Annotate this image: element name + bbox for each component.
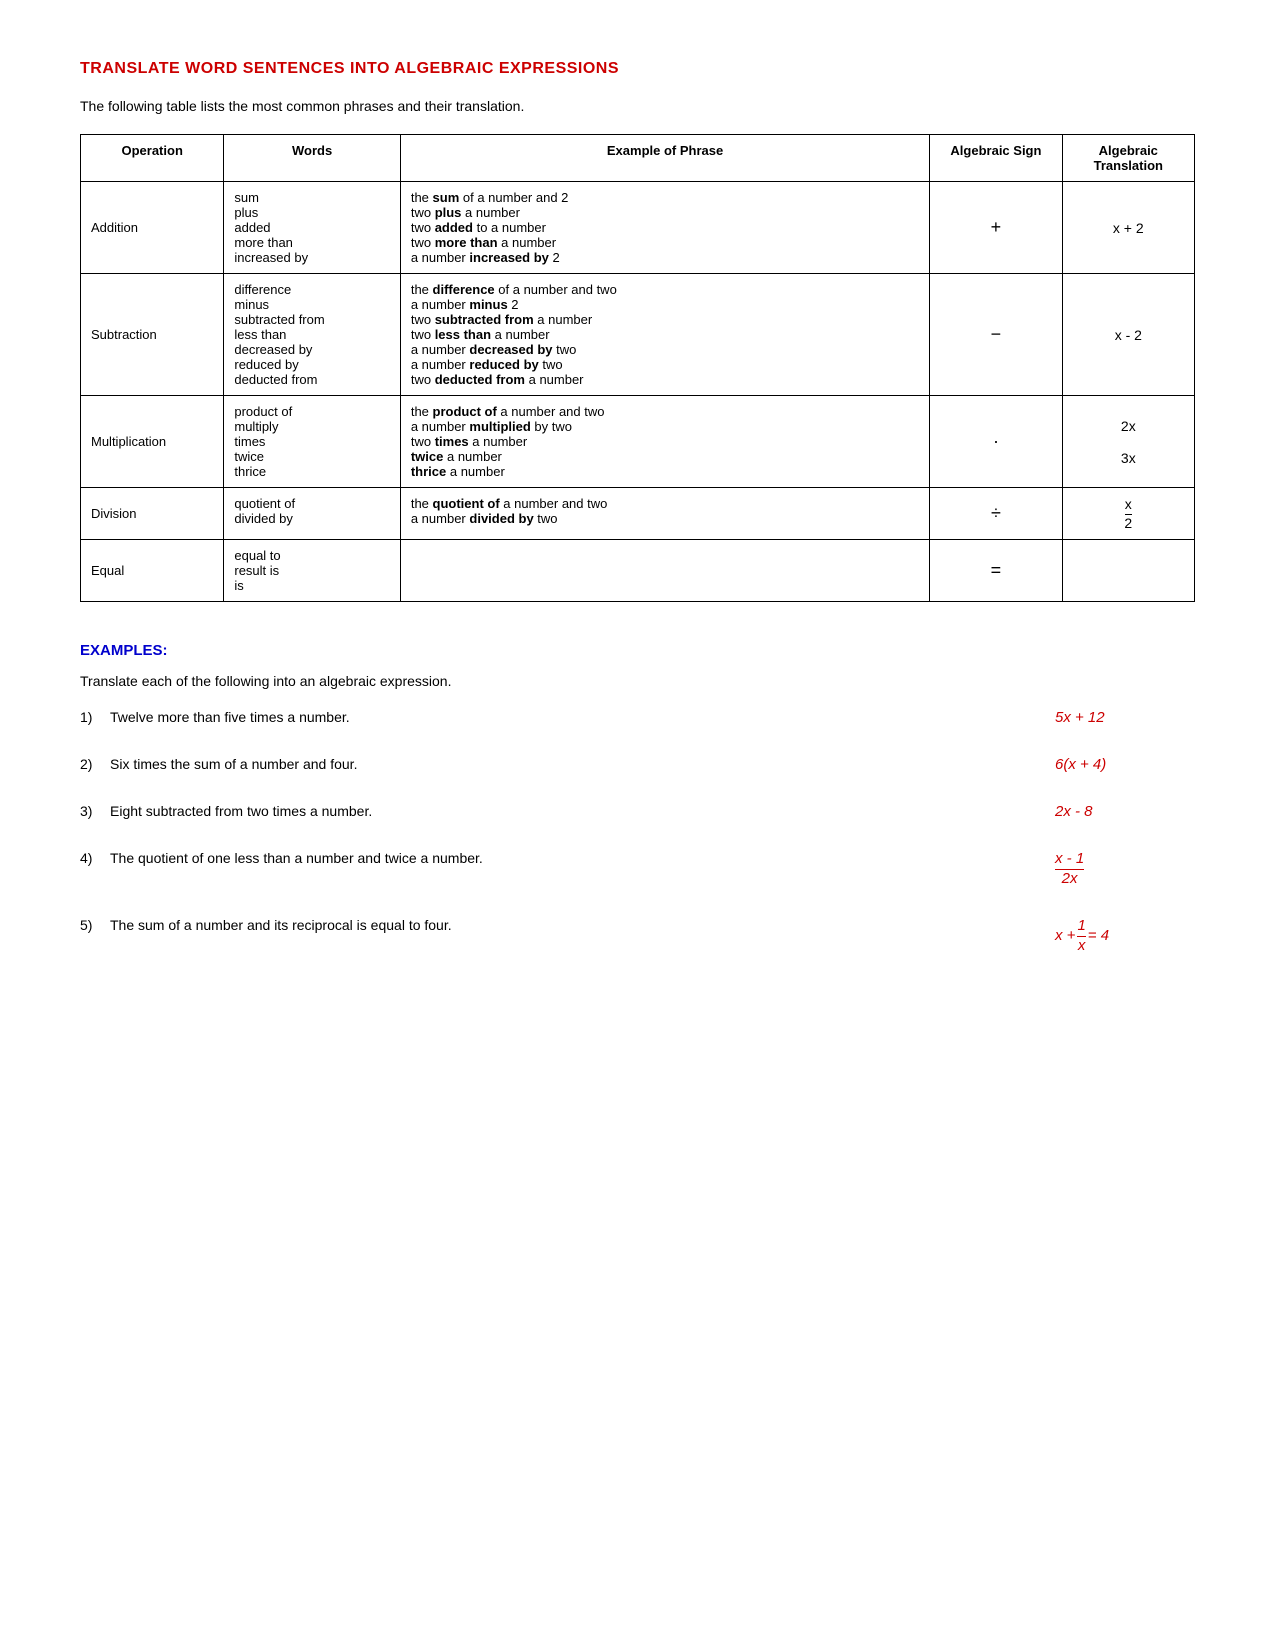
example-2-num: 2): [80, 756, 110, 772]
example-3-text: Eight subtracted from two times a number…: [110, 803, 1015, 819]
sign-division: ÷: [930, 488, 1062, 540]
table-row-division: Division quotient ofdivided by the quoti…: [81, 488, 1195, 540]
example-5-denominator: x: [1078, 937, 1086, 954]
operation-multiplication: Multiplication: [81, 396, 224, 488]
example-4-numerator: x - 1: [1055, 850, 1084, 870]
table-row-multiplication: Multiplication product ofmultiplytimestw…: [81, 396, 1195, 488]
sign-multiplication: ·: [930, 396, 1062, 488]
words-subtraction: differenceminussubtracted fromless thand…: [224, 274, 400, 396]
table-row-equal: Equal equal toresult isis =: [81, 540, 1195, 602]
words-division: quotient ofdivided by: [224, 488, 400, 540]
words-addition: sumplusaddedmore thanincreased by: [224, 182, 400, 274]
operation-subtraction: Subtraction: [81, 274, 224, 396]
example-4-text: The quotient of one less than a number a…: [110, 850, 1015, 866]
example-1-answer: 5x + 12: [1015, 709, 1195, 726]
operation-addition: Addition: [81, 182, 224, 274]
sign-equal: =: [930, 540, 1062, 602]
example-4-num: 4): [80, 850, 110, 866]
example-2: 2) Six times the sum of a number and fou…: [80, 756, 1195, 773]
example-1-num: 1): [80, 709, 110, 725]
translation-equal: [1062, 540, 1194, 602]
main-table: Operation Words Example of Phrase Algebr…: [80, 134, 1195, 602]
translation-division: x 2: [1062, 488, 1194, 540]
table-row-addition: Addition sumplusaddedmore thanincreased …: [81, 182, 1195, 274]
page-title: TRANSLATE WORD SENTENCES INTO ALGEBRAIC …: [80, 60, 1195, 78]
example-4: 4) The quotient of one less than a numbe…: [80, 850, 1195, 887]
example-5-prefix: x +: [1055, 927, 1075, 944]
example-3: 3) Eight subtracted from two times a num…: [80, 803, 1195, 820]
table-row-subtraction: Subtraction differenceminussubtracted fr…: [81, 274, 1195, 396]
words-multiplication: product ofmultiplytimestwicethrice: [224, 396, 400, 488]
example-1: 1) Twelve more than five times a number.…: [80, 709, 1195, 726]
col-header-phrase: Example of Phrase: [400, 135, 929, 182]
example-3-num: 3): [80, 803, 110, 819]
translation-multiplication: 2x3x: [1062, 396, 1194, 488]
sign-addition: +: [930, 182, 1062, 274]
example-5-text: The sum of a number and its reciprocal i…: [110, 917, 1015, 933]
example-5-answer: x + 1 x = 4: [1015, 917, 1195, 954]
phrases-equal: [400, 540, 929, 602]
words-equal: equal toresult isis: [224, 540, 400, 602]
phrases-multiplication: the product of a number and two a number…: [400, 396, 929, 488]
phrases-division: the quotient of a number and two a numbe…: [400, 488, 929, 540]
phrases-addition: the sum of a number and 2 two plus a num…: [400, 182, 929, 274]
example-5: 5) The sum of a number and its reciproca…: [80, 917, 1195, 954]
operation-equal: Equal: [81, 540, 224, 602]
example-3-answer: 2x - 8: [1015, 803, 1195, 820]
col-header-translation: Algebraic Translation: [1062, 135, 1194, 182]
operation-division: Division: [81, 488, 224, 540]
example-4-answer: x - 1 2x: [1015, 850, 1195, 887]
example-5-numerator: 1: [1077, 917, 1085, 937]
translation-addition: x + 2: [1062, 182, 1194, 274]
col-header-operation: Operation: [81, 135, 224, 182]
example-1-text: Twelve more than five times a number.: [110, 709, 1015, 725]
col-header-words: Words: [224, 135, 400, 182]
examples-title: EXAMPLES:: [80, 642, 1195, 659]
sign-subtraction: −: [930, 274, 1062, 396]
translation-subtraction: x - 2: [1062, 274, 1194, 396]
phrases-subtraction: the difference of a number and two a num…: [400, 274, 929, 396]
example-5-fraction: 1 x: [1077, 917, 1085, 954]
examples-intro: Translate each of the following into an …: [80, 673, 1195, 689]
col-header-sign: Algebraic Sign: [930, 135, 1062, 182]
example-2-answer: 6(x + 4): [1015, 756, 1195, 773]
example-4-denominator: 2x: [1062, 870, 1078, 887]
intro-text: The following table lists the most commo…: [80, 98, 1195, 114]
example-2-text: Six times the sum of a number and four.: [110, 756, 1015, 772]
example-5-suffix: = 4: [1088, 927, 1109, 944]
example-5-num: 5): [80, 917, 110, 933]
